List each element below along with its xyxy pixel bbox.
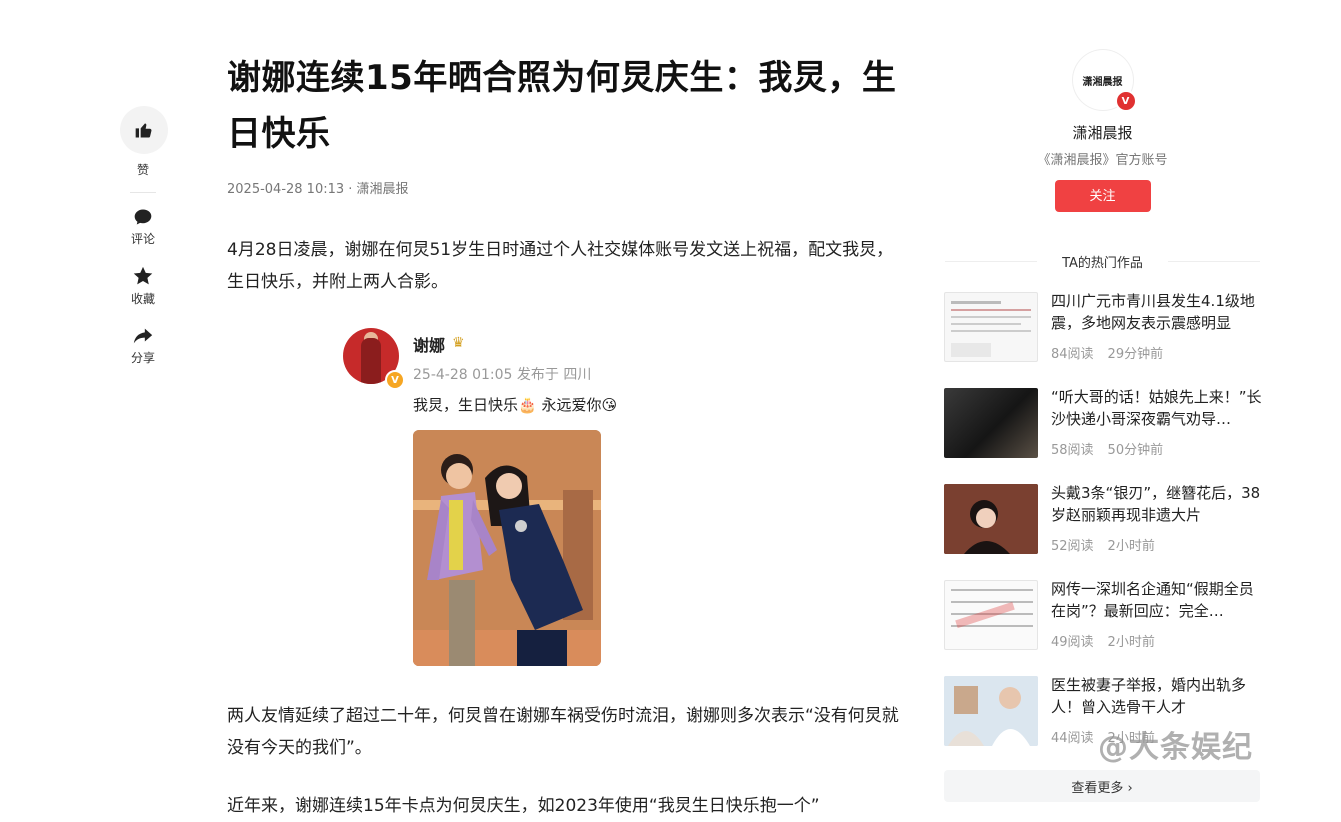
comment-icon <box>134 209 152 225</box>
star-icon <box>133 266 153 285</box>
hot-item-time: 2小时前 <box>1107 539 1155 554</box>
follow-button[interactable]: 关注 <box>1054 180 1151 212</box>
hot-item-reads: 58阅读 <box>1051 443 1094 458</box>
author-card: 潇湘晨报 V 潇湘晨报 《潇湘晨报》官方账号 关注 <box>945 50 1260 212</box>
comment-label: 评论 <box>130 232 155 246</box>
hot-item-meta: 49阅读 2小时前 <box>1051 631 1169 650</box>
portrait-thumb-illustration <box>944 484 1038 554</box>
hot-item-reads: 84阅读 <box>1051 347 1094 362</box>
share-icon <box>133 328 153 344</box>
watermark: @大条娱纪 <box>1098 730 1253 765</box>
hot-thumb[interactable] <box>944 292 1038 362</box>
author-name[interactable]: 潇湘晨报 <box>945 122 1260 143</box>
hot-item-meta: 52阅读 2小时前 <box>1051 535 1169 554</box>
hot-item[interactable]: 四川广元市青川县发生4.1级地震，多地网友表示震感明显 84阅读 29分钟前 <box>944 292 1264 388</box>
hot-item[interactable]: “听大哥的话！姑娘先上来！”长沙快递小哥深夜霸气劝导… 58阅读 50分钟前 <box>944 388 1264 484</box>
hot-item-time: 50分钟前 <box>1107 443 1164 458</box>
weibo-username: 谢娜 <box>413 336 446 355</box>
comment-button[interactable]: 评论 <box>118 207 168 247</box>
document-thumb-illustration <box>951 301 1031 357</box>
hot-item-reads: 52阅读 <box>1051 539 1094 554</box>
article-continued: 两人友情延续了超过二十年，何炅曾在谢娜车祸受伤时流泪，谢娜则多次表示“没有何炅就… <box>227 700 907 822</box>
verified-badge-icon: V <box>1114 90 1137 112</box>
two-people-thumb-illustration <box>944 676 1038 746</box>
hot-item-meta: 84阅读 29分钟前 <box>1051 343 1177 362</box>
weibo-embed-image: V 谢娜 ♛ 25-4-28 01:05 发布于 四川 我炅，生日快乐🎂 永远爱… <box>340 320 685 675</box>
hot-thumb[interactable] <box>944 388 1038 458</box>
weibo-timestamp: 25-4-28 01:05 发布于 四川 <box>413 367 592 383</box>
hot-thumb[interactable] <box>944 580 1038 650</box>
notice-thumb-illustration <box>951 589 1033 629</box>
hot-item[interactable]: 网传一深圳名企通知“假期全员在岗”？最新回应：完全… 49阅读 2小时前 <box>944 580 1264 676</box>
see-more-button[interactable]: 查看更多 › <box>944 770 1260 802</box>
hot-item-title[interactable]: 头戴3条“银刃”，继簪花后，38岁赵丽颖再现非遗大片 <box>1051 482 1264 526</box>
hot-item[interactable]: 头戴3条“银刃”，继簪花后，38岁赵丽颖再现非遗大片 52阅读 2小时前 <box>944 484 1264 580</box>
hot-item-reads: 49阅读 <box>1051 635 1094 650</box>
weibo-verified-badge: V <box>385 370 405 390</box>
hot-works-header: TA的热门作品 <box>945 250 1260 274</box>
hot-works-list: 四川广元市青川县发生4.1级地震，多地网友表示震感明显 84阅读 29分钟前 “听… <box>944 292 1264 772</box>
like-label: 赞 <box>136 163 149 177</box>
collect-label: 收藏 <box>130 292 155 306</box>
hot-item-title[interactable]: 四川广元市青川县发生4.1级地震，多地网友表示震感明显 <box>1051 290 1264 334</box>
article-paragraph-2: 两人友情延续了超过二十年，何炅曾在谢娜车祸受伤时流泪，谢娜则多次表示“没有何炅就… <box>227 706 899 758</box>
hot-item-title[interactable]: 医生被妻子举报，婚内出轨多人！曾入选骨干人才 <box>1051 674 1264 718</box>
article-meta: 2025-04-28 10:13 · 潇湘晨报 <box>227 182 409 197</box>
hot-item-title[interactable]: “听大哥的话！姑娘先上来！”长沙快递小哥深夜霸气劝导… <box>1051 386 1264 430</box>
hot-item-time: 2小时前 <box>1107 635 1155 650</box>
photo-illustration <box>413 430 601 666</box>
collect-button[interactable]: 收藏 <box>118 265 168 307</box>
hot-item-time: 29分钟前 <box>1107 347 1164 362</box>
rail-divider <box>130 192 156 193</box>
article-paragraph-1: 4月28日凌晨，谢娜在何炅51岁生日时通过个人社交媒体账号发文送上祝福，配文我炅… <box>227 240 894 292</box>
weibo-text: 我炅，生日快乐🎂 永远爱你😘 <box>413 396 618 414</box>
hot-item-title[interactable]: 网传一深圳名企通知“假期全员在岗”？最新回应：完全… <box>1051 578 1264 622</box>
share-label: 分享 <box>130 351 155 365</box>
thumbs-up-icon <box>135 123 151 138</box>
article-title: 谢娜连续15年晒合照为何炅庆生：我炅，生日快乐 <box>227 58 897 154</box>
action-rail: 赞 评论 收藏 分享 <box>118 106 168 366</box>
crown-icon: ♛ <box>452 335 465 351</box>
author-description: 《潇湘晨报》官方账号 <box>1037 153 1168 168</box>
author-logo-text: 潇湘晨报 <box>1082 76 1123 88</box>
author-logo[interactable]: 潇湘晨报 V <box>1072 50 1137 112</box>
weibo-photo <box>413 430 601 666</box>
article: 谢娜连续15年晒合照为何炅庆生：我炅，生日快乐 2025-04-28 10:13… <box>227 50 907 298</box>
share-button[interactable]: 分享 <box>118 325 168 366</box>
hot-item-reads: 44阅读 <box>1051 731 1094 746</box>
hot-thumb[interactable] <box>944 484 1038 554</box>
hot-thumb[interactable] <box>944 676 1038 746</box>
like-icon-circle[interactable] <box>119 106 168 154</box>
like-button[interactable]: 赞 <box>118 106 168 178</box>
hot-item-meta: 58阅读 50分钟前 <box>1051 439 1177 458</box>
divider-right <box>1168 261 1260 262</box>
